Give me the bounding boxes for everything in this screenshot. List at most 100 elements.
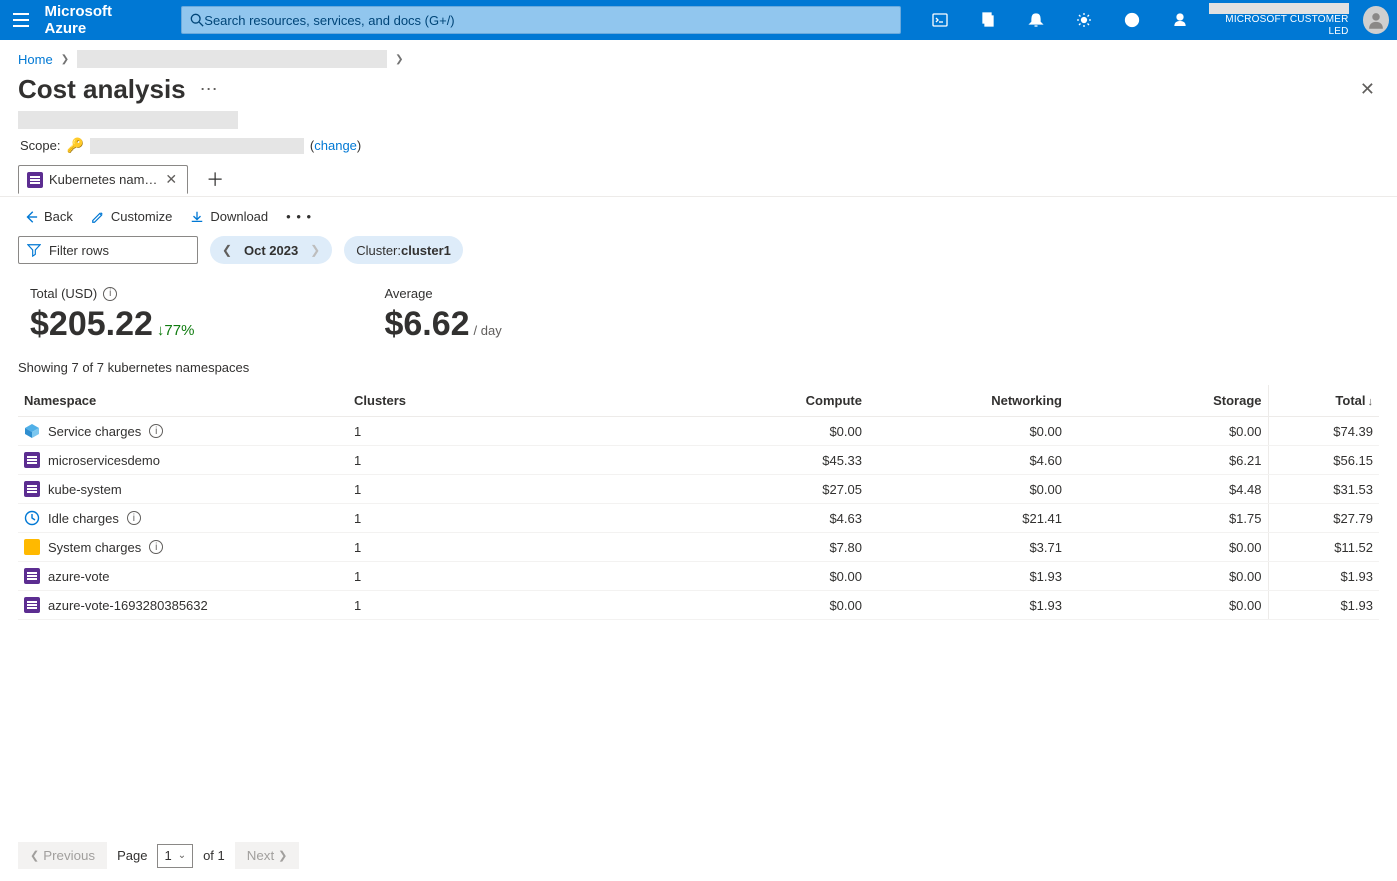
table-row[interactable]: azure-vote1$0.00$1.93$0.00$1.93	[18, 562, 1379, 591]
page-subtitle-redacted	[18, 111, 238, 129]
feedback-icon[interactable]	[1161, 0, 1199, 40]
customize-button[interactable]: Customize	[91, 209, 172, 224]
col-namespace[interactable]: Namespace	[18, 385, 348, 417]
month-next-button: ❯	[306, 241, 324, 259]
table-row[interactable]: System charges i1$7.80$3.71$0.00$11.52	[18, 533, 1379, 562]
service-cube-icon	[24, 423, 40, 439]
clusters-cell: 1	[348, 562, 528, 591]
breadcrumb: Home ❯ ❯	[0, 40, 1397, 68]
cluster-filter-pill[interactable]: Cluster: cluster1	[344, 236, 463, 264]
col-networking[interactable]: Networking	[868, 385, 1068, 417]
month-label[interactable]: Oct 2023	[244, 243, 298, 258]
page-select[interactable]: 1 ⌄	[157, 844, 193, 868]
total-cell: $1.93	[1268, 591, 1379, 620]
brand[interactable]: Microsoft Azure	[45, 3, 152, 37]
col-compute[interactable]: Compute	[528, 385, 868, 417]
avg-value: $6.62	[384, 305, 469, 344]
tab-add-button[interactable]: ＋	[202, 162, 228, 196]
networking-cell: $4.60	[868, 446, 1068, 475]
storage-cell: $0.00	[1068, 417, 1268, 446]
col-total[interactable]: Total↓	[1268, 385, 1379, 417]
command-overflow-button[interactable]: • • •	[286, 209, 312, 224]
close-blade-button[interactable]: ✕	[1360, 79, 1375, 100]
back-button[interactable]: Back	[24, 209, 73, 224]
namespace-name: System charges	[48, 540, 141, 555]
table-row[interactable]: azure-vote-16932803856321$0.00$1.93$0.00…	[18, 591, 1379, 620]
storage-cell: $0.00	[1068, 591, 1268, 620]
hamburger-menu[interactable]	[8, 0, 35, 40]
clock-icon	[24, 510, 40, 526]
networking-cell: $0.00	[868, 475, 1068, 504]
info-icon[interactable]: i	[127, 511, 141, 525]
user-avatar[interactable]	[1363, 6, 1390, 34]
namespace-cost-table: Namespace Clusters Compute Networking St…	[18, 385, 1379, 620]
total-cell: $56.15	[1268, 446, 1379, 475]
tab-label: Kubernetes nam…	[49, 172, 157, 187]
summary-average: Average $6.62 / day	[384, 286, 501, 344]
namespace-name: Service charges	[48, 424, 141, 439]
clusters-cell: 1	[348, 446, 528, 475]
storage-cell: $6.21	[1068, 446, 1268, 475]
total-cell: $11.52	[1268, 533, 1379, 562]
next-button: Next ❯	[235, 842, 300, 869]
global-search[interactable]	[181, 6, 901, 34]
breadcrumb-home[interactable]: Home	[18, 52, 53, 67]
cloud-shell-icon[interactable]	[921, 0, 959, 40]
settings-icon[interactable]	[1065, 0, 1103, 40]
col-storage[interactable]: Storage	[1068, 385, 1268, 417]
table-row[interactable]: Service charges i1$0.00$0.00$0.00$74.39	[18, 417, 1379, 446]
col-clusters[interactable]: Clusters	[348, 385, 528, 417]
summary-total: Total (USD) i $205.22 ↓77%	[30, 286, 194, 344]
namespace-icon	[24, 568, 40, 584]
directories-icon[interactable]	[969, 0, 1007, 40]
namespace-name: azure-vote-1693280385632	[48, 598, 208, 613]
total-cell: $1.93	[1268, 562, 1379, 591]
compute-cell: $27.05	[528, 475, 868, 504]
breadcrumb-item-redacted[interactable]	[77, 50, 387, 68]
table-row[interactable]: kube-system1$27.05$0.00$4.48$31.53	[18, 475, 1379, 504]
scope-row: Scope: 🔑 (change)	[0, 137, 1397, 162]
month-picker: ❮ Oct 2023 ❯	[210, 236, 332, 264]
more-actions-button[interactable]: ⋯	[200, 79, 218, 100]
chevron-right-icon: ❯	[57, 54, 73, 65]
compute-cell: $0.00	[528, 591, 868, 620]
storage-cell: $4.48	[1068, 475, 1268, 504]
compute-cell: $7.80	[528, 533, 868, 562]
table-row[interactable]: Idle charges i1$4.63$21.41$1.75$27.79	[18, 504, 1379, 533]
clusters-cell: 1	[348, 504, 528, 533]
networking-cell: $0.00	[868, 417, 1068, 446]
table-row[interactable]: microservicesdemo1$45.33$4.60$6.21$56.15	[18, 446, 1379, 475]
scope-change-link[interactable]: change	[314, 138, 357, 153]
month-prev-button[interactable]: ❮	[218, 241, 236, 259]
scope-value-redacted[interactable]	[90, 138, 304, 154]
namespace-name: kube-system	[48, 482, 122, 497]
scope-label: Scope:	[20, 138, 60, 153]
clusters-cell: 1	[348, 533, 528, 562]
networking-cell: $3.71	[868, 533, 1068, 562]
namespace-name: Idle charges	[48, 511, 119, 526]
tab-close-button[interactable]: ✕	[163, 171, 179, 188]
search-input[interactable]	[204, 13, 892, 28]
compute-cell: $0.00	[528, 562, 868, 591]
download-button[interactable]: Download	[190, 209, 268, 224]
info-icon[interactable]: i	[103, 287, 117, 301]
tab-kubernetes-namespaces[interactable]: Kubernetes nam… ✕	[18, 165, 188, 194]
networking-cell: $21.41	[868, 504, 1068, 533]
previous-button: ❮ Previous	[18, 842, 107, 869]
filter-rows-input[interactable]: Filter rows	[18, 236, 198, 264]
tenant-info[interactable]: MICROSOFT CUSTOMER LED	[1209, 3, 1349, 38]
networking-cell: $1.93	[868, 591, 1068, 620]
help-icon[interactable]	[1113, 0, 1151, 40]
namespace-icon	[27, 172, 43, 188]
info-icon[interactable]: i	[149, 424, 163, 438]
storage-cell: $0.00	[1068, 562, 1268, 591]
total-cell: $27.79	[1268, 504, 1379, 533]
info-icon[interactable]: i	[149, 540, 163, 554]
notifications-icon[interactable]	[1017, 0, 1055, 40]
compute-cell: $4.63	[528, 504, 868, 533]
namespace-icon	[24, 597, 40, 613]
showing-count: Showing 7 of 7 kubernetes namespaces	[0, 354, 1397, 385]
clusters-cell: 1	[348, 475, 528, 504]
compute-cell: $45.33	[528, 446, 868, 475]
networking-cell: $1.93	[868, 562, 1068, 591]
